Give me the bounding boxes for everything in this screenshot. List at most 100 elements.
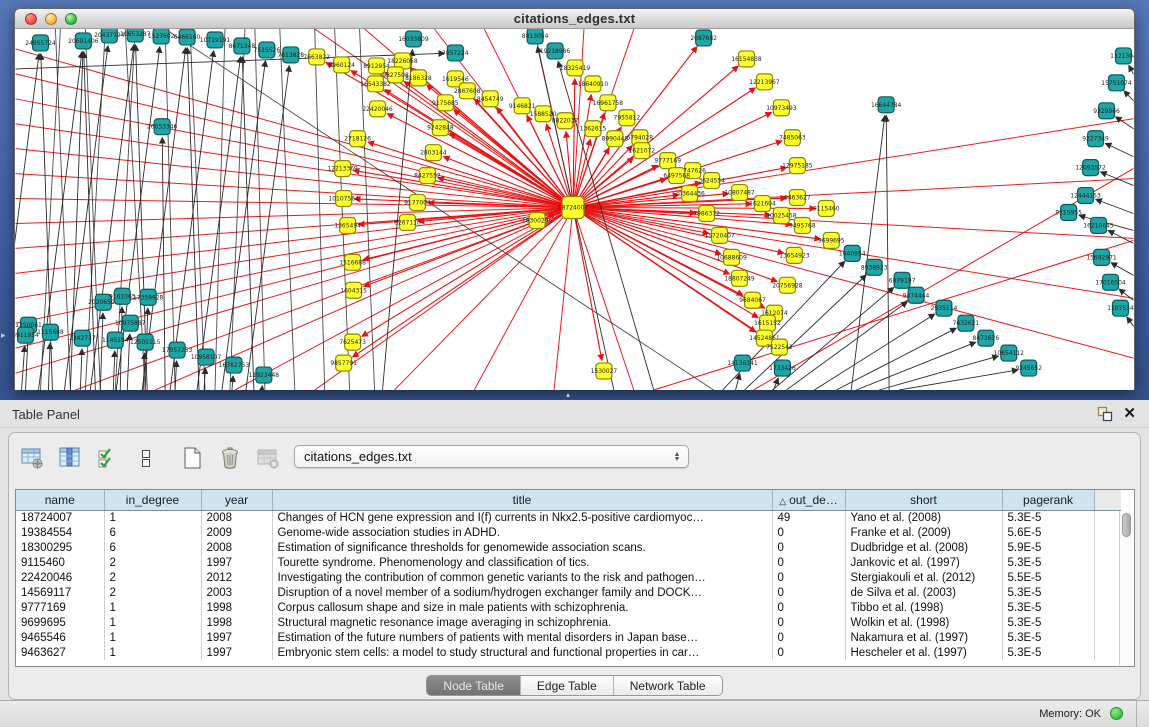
citation-edge-red xyxy=(754,169,1134,390)
citation-edge-red xyxy=(474,208,573,390)
node-label: 1362615 xyxy=(580,126,607,133)
row-height-icon[interactable] xyxy=(131,445,161,471)
network-graph: 2495572420691406204371941065328715276026… xyxy=(15,29,1134,390)
node-label: 10107564 xyxy=(328,196,359,203)
node-label: 6466160 xyxy=(174,34,201,41)
node-label: 12444153 xyxy=(1070,193,1101,200)
desktop-left-mark: ▸ xyxy=(1,330,6,341)
node-label: 7632621 xyxy=(953,320,980,327)
node-label: 1145194 xyxy=(102,337,129,344)
node-label: 10025458 xyxy=(766,212,797,219)
vertical-scrollbar[interactable] xyxy=(1119,511,1133,665)
tab-node-table[interactable]: Node Table xyxy=(427,676,520,695)
node-label: 9857791 xyxy=(330,360,357,367)
node-label: 9215955 xyxy=(1055,209,1082,216)
window-titlebar[interactable]: citations_edges.txt xyxy=(15,9,1134,29)
table-row[interactable]: 1456911722003Disruption of a novel membe… xyxy=(16,585,1121,600)
node-label: 1619546 xyxy=(442,76,469,83)
new-table-icon[interactable] xyxy=(177,445,207,471)
node-label: 12213967 xyxy=(749,79,780,86)
node-table-grid: namein_degreeyeartitle△out_de…shortpager… xyxy=(16,490,1121,660)
column-header-title[interactable]: title xyxy=(272,490,772,510)
citation-edge-red xyxy=(16,208,573,374)
node-label: 19218986 xyxy=(540,48,571,55)
column-header-name[interactable]: name xyxy=(16,490,104,510)
citation-edge-black xyxy=(886,116,889,390)
node-label: 10719191 xyxy=(200,37,231,44)
node-label: 8990448 xyxy=(602,136,629,143)
citation-edge-black xyxy=(315,29,325,390)
node-label: 9463627 xyxy=(784,195,811,202)
citation-edge-red xyxy=(368,142,573,207)
table-selector-dropdown[interactable]: citations_edges.txt ▲ ▼ xyxy=(294,445,689,468)
node-label: 10975887 xyxy=(115,320,146,327)
node-label: 2087682 xyxy=(690,35,717,42)
citation-edge-black xyxy=(170,51,213,390)
node-label: 18807249 xyxy=(724,275,755,282)
citation-edge-black xyxy=(165,29,175,390)
node-label: 3624554 xyxy=(698,178,725,185)
citation-edge-black xyxy=(1096,199,1134,213)
citation-edge-black xyxy=(255,29,265,390)
citation-edge-black xyxy=(1116,117,1134,129)
table-row[interactable]: 946554611997Estimation of the future num… xyxy=(16,630,1121,645)
table-row[interactable]: 911546021997Tourette syndrome. Phenomeno… xyxy=(16,555,1121,570)
node-label: 24955724 xyxy=(25,40,56,47)
node-label: 15751074 xyxy=(1101,80,1132,87)
node-label: 8471626 xyxy=(973,335,1000,342)
node-label: 1640954 xyxy=(839,250,866,257)
table-toolbar: f(x) xyxy=(17,442,321,474)
table-row[interactable]: 1872400712008Changes of HCN gene express… xyxy=(16,510,1121,525)
node-label: 2342737 xyxy=(69,335,96,342)
citation-edge-black xyxy=(113,351,115,390)
node-label: 7522542 xyxy=(766,344,793,351)
citation-edge-black xyxy=(1119,289,1133,300)
table-settings-icon[interactable] xyxy=(17,445,47,471)
citation-edge-red xyxy=(573,208,602,361)
table-row[interactable]: 1938455462009Genome-wide association stu… xyxy=(16,525,1121,540)
table-row[interactable]: 2242004622012Investigating the contribut… xyxy=(16,570,1121,585)
node-label: 7955812 xyxy=(614,115,641,122)
node-label: 10807487 xyxy=(724,190,755,197)
column-header-in_degree[interactable]: in_degree xyxy=(104,490,201,510)
network-canvas[interactable]: 2495572420691406204371941065328715276026… xyxy=(15,29,1134,390)
select-rows-icon[interactable] xyxy=(93,445,123,471)
node-label: 10688609 xyxy=(716,254,747,261)
node-label: 12505115 xyxy=(130,339,161,346)
citation-edge-red xyxy=(16,174,573,208)
node-label: 9177004 xyxy=(404,200,431,207)
column-header-pagerank[interactable]: pagerank xyxy=(1002,490,1094,510)
node-label: 8186328 xyxy=(405,75,432,82)
show-columns-icon[interactable] xyxy=(55,445,85,471)
float-panel-icon[interactable] xyxy=(1097,406,1113,422)
tab-network-table[interactable]: Network Table xyxy=(613,676,722,695)
tab-edge-table[interactable]: Edge Table xyxy=(520,676,613,695)
sort-ascending-icon: △ xyxy=(779,496,786,506)
citation-edge-red xyxy=(573,208,1133,359)
node-label: 6879197 xyxy=(889,277,916,284)
delete-table-icon[interactable] xyxy=(215,445,245,471)
node-label: 12093572 xyxy=(1075,165,1106,172)
node-label: 10958107 xyxy=(191,354,222,361)
node-label: 9495768 xyxy=(789,222,816,229)
node-label: 16782753 xyxy=(219,362,250,369)
column-header-year[interactable]: year xyxy=(201,490,272,510)
node-label: 1588520 xyxy=(530,111,557,118)
node-label: 8427552 xyxy=(414,173,441,180)
table-row[interactable]: 969969511998Structural magnetic resonanc… xyxy=(16,615,1121,630)
node-label: 1530027 xyxy=(591,368,618,375)
table-row[interactable]: 1830029562008Estimation of significance … xyxy=(16,540,1121,555)
table-row[interactable]: 977716911998Corpus callosum shape and si… xyxy=(16,600,1121,615)
node-label: 1516688 xyxy=(339,259,366,266)
node-label: 18640910 xyxy=(578,81,609,88)
close-panel-icon[interactable]: ✕ xyxy=(1123,404,1136,422)
node-table: namein_degreeyeartitle△out_de…shortpager… xyxy=(15,489,1135,667)
table-row[interactable]: 946362711997Embryonic stem cells: a mode… xyxy=(16,645,1121,660)
node-label: 14136141 xyxy=(727,360,758,367)
column-header-short[interactable]: short xyxy=(845,490,1002,510)
import-table-disabled-icon xyxy=(253,445,283,471)
node-label: 16961758 xyxy=(593,100,624,107)
citation-edge-red xyxy=(16,49,573,208)
column-header-out_de[interactable]: △out_de… xyxy=(772,490,845,510)
scrollbar-thumb[interactable] xyxy=(1122,513,1131,537)
